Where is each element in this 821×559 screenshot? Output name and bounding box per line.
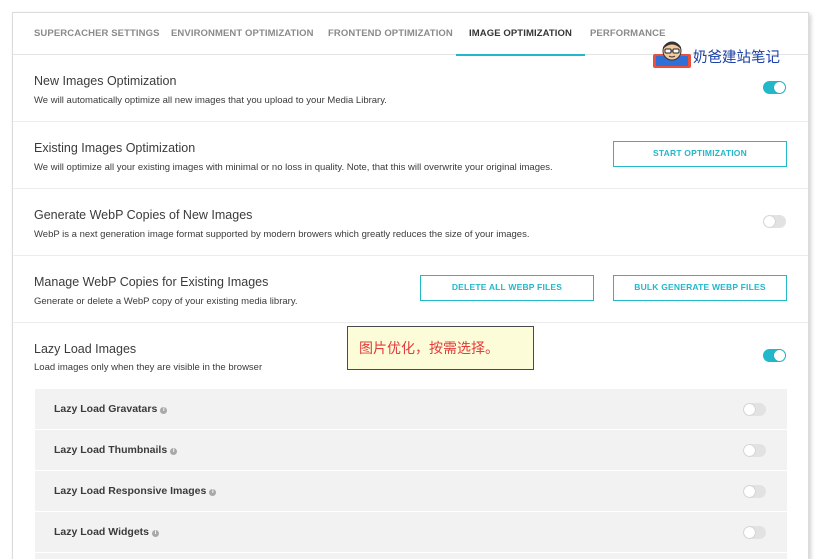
row-title: Generate WebP Copies of New Images <box>34 208 253 222</box>
row-description: We will automatically optimize all new i… <box>34 95 387 106</box>
row-title: New Images Optimization <box>34 74 177 88</box>
watermark-text: 奶爸建站笔记 <box>693 50 780 66</box>
lazy-load-gravatars-toggle[interactable] <box>743 403 766 416</box>
row-description: WebP is a next generation image format s… <box>34 229 530 240</box>
tab-environment-optimization[interactable]: ENVIRONMENT OPTIMIZATION <box>171 13 314 55</box>
start-optimization-button[interactable]: START OPTIMIZATION <box>613 141 787 167</box>
settings-panel: SUPERCACHER SETTINGS ENVIRONMENT OPTIMIZ… <box>12 12 809 559</box>
option-label: Lazy Load Gravatars i <box>54 403 168 415</box>
row-title: Existing Images Optimization <box>34 141 196 155</box>
generate-webp-toggle[interactable] <box>763 215 786 228</box>
row-title: Manage WebP Copies for Existing Images <box>34 275 269 289</box>
generate-webp-row: Generate WebP Copies of New Images WebP … <box>13 189 808 256</box>
avatar-logo-icon <box>653 41 691 68</box>
existing-images-optimization-row: Existing Images Optimization We will opt… <box>13 122 808 189</box>
watermark: 奶爸建站笔记 <box>652 40 780 70</box>
row-description: Load images only when they are visible i… <box>34 362 263 373</box>
lazy-load-responsive-images-toggle[interactable] <box>743 485 766 498</box>
delete-all-webp-button[interactable]: DELETE ALL WEBP FILES <box>420 275 594 301</box>
lazy-load-images-toggle[interactable] <box>763 349 786 362</box>
lazy-load-widgets-row: Lazy Load Widgets i <box>35 512 787 553</box>
info-icon[interactable]: i <box>160 407 168 414</box>
toggle-knob <box>744 445 755 456</box>
option-label: Lazy Load Responsive Images i <box>54 485 217 497</box>
toggle-knob <box>744 404 755 415</box>
info-icon[interactable]: i <box>209 489 217 496</box>
toggle-knob <box>774 82 785 93</box>
manage-webp-row: Manage WebP Copies for Existing Images G… <box>13 256 808 323</box>
toggle-knob <box>744 486 755 497</box>
row-title: Lazy Load Images <box>34 342 137 356</box>
toggle-knob <box>744 527 755 538</box>
row-description: We will optimize all your existing image… <box>34 162 553 173</box>
toggle-knob <box>774 350 785 361</box>
lazy-load-thumbnails-toggle[interactable] <box>743 444 766 457</box>
new-images-optimization-toggle[interactable] <box>763 81 786 94</box>
tab-image-optimization[interactable]: IMAGE OPTIMIZATION <box>456 13 585 56</box>
bulk-generate-webp-button[interactable]: BULK GENERATE WEBP FILES <box>613 275 787 301</box>
info-icon[interactable]: i <box>170 448 178 455</box>
lazy-load-options: Lazy Load Gravatars i Lazy Load Thumbnail… <box>35 389 787 559</box>
lazy-load-gravatars-row: Lazy Load Gravatars i <box>35 389 787 430</box>
option-label: Lazy Load Widgets i <box>54 526 159 538</box>
tab-frontend-optimization[interactable]: FRONTEND OPTIMIZATION <box>328 13 453 55</box>
annotation-callout: 图片优化，按需选择。 <box>347 326 534 370</box>
lazy-load-thumbnails-row: Lazy Load Thumbnails i <box>35 430 787 471</box>
option-label: Lazy Load Thumbnails i <box>54 444 178 456</box>
tab-supercacher-settings[interactable]: SUPERCACHER SETTINGS <box>34 13 160 55</box>
lazy-load-responsive-images-row: Lazy Load Responsive Images i <box>35 471 787 512</box>
info-icon[interactable]: i <box>152 530 159 537</box>
lazy-load-widgets-toggle[interactable] <box>743 526 766 539</box>
row-description: Generate or delete a WebP copy of your e… <box>34 296 298 307</box>
toggle-knob <box>764 216 775 227</box>
